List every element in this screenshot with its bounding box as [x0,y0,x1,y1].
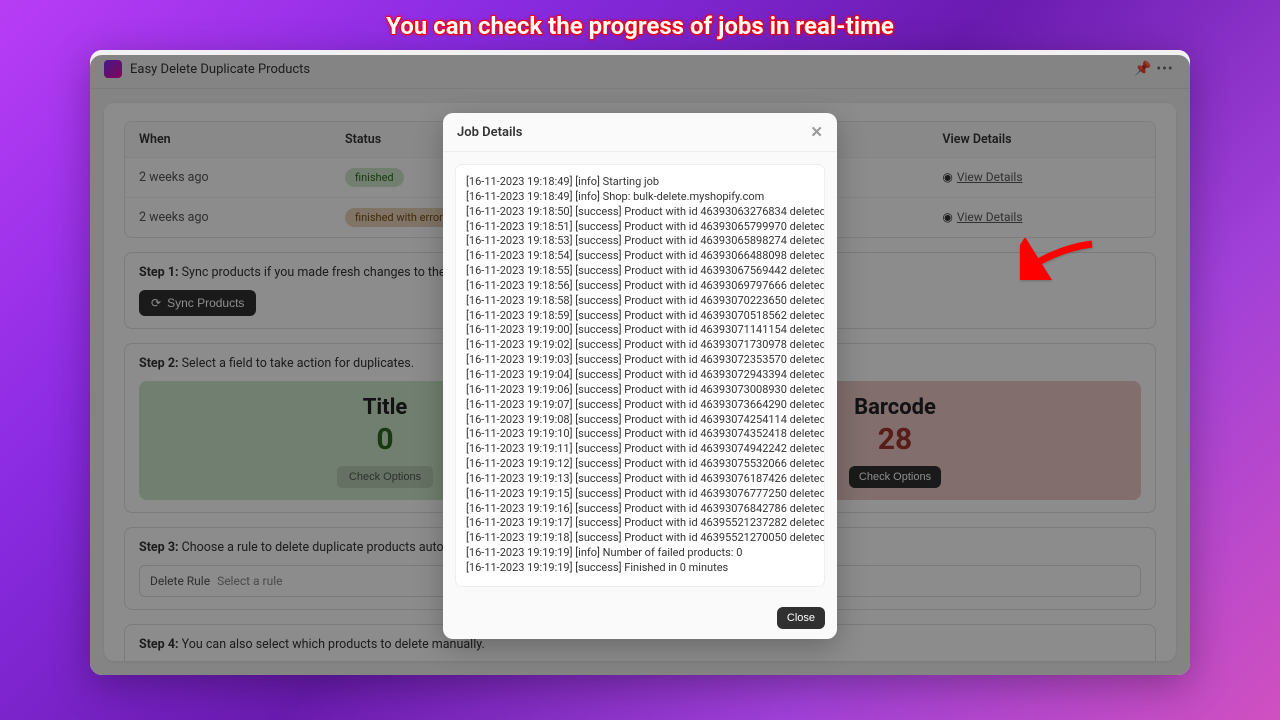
close-button[interactable]: Close [777,607,825,629]
job-details-modal: Job Details ✕ [16-11-2023 19:18:49] [inf… [443,113,837,639]
job-log-output: [16-11-2023 19:18:49] [info] Starting jo… [455,164,825,587]
modal-title: Job Details [457,125,522,140]
annotation-arrow [1020,238,1098,284]
modal-overlay: Job Details ✕ [16-11-2023 19:18:49] [inf… [90,55,1190,675]
close-icon[interactable]: ✕ [810,123,823,141]
marketing-caption: You can check the progress of jobs in re… [0,0,1280,50]
